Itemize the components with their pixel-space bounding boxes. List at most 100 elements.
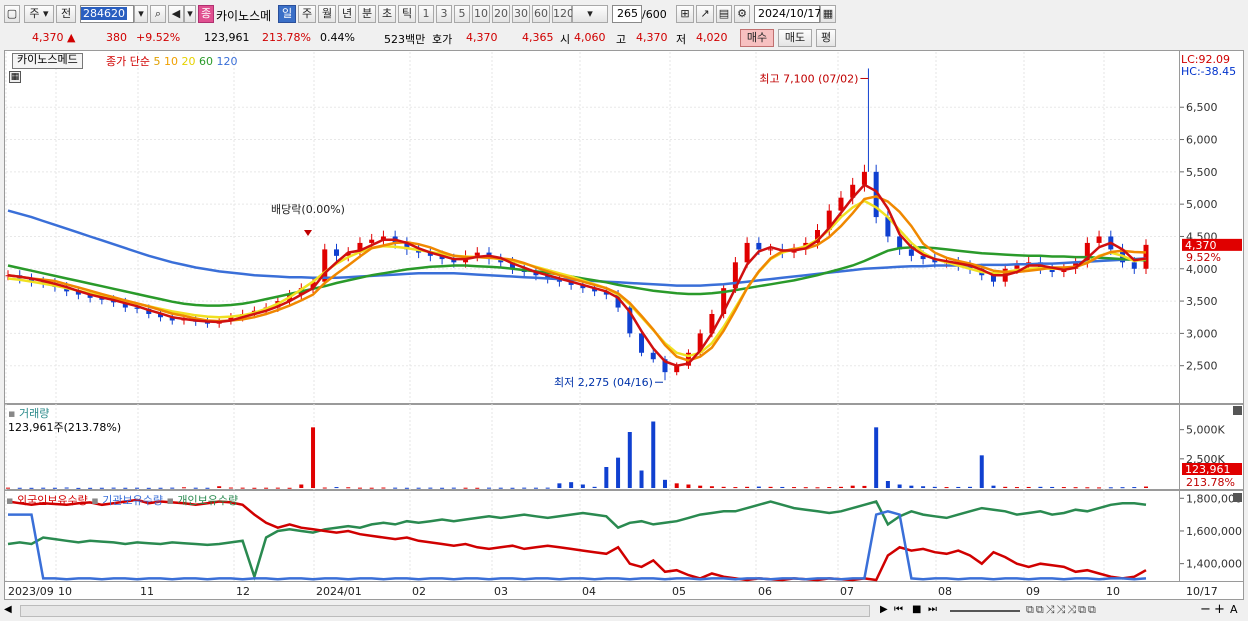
- volume-bar-37: [440, 487, 445, 489]
- holdings-marker-icon: ▪: [166, 494, 178, 507]
- volume-bar-47: [557, 483, 562, 488]
- volume-bar-92: [1085, 487, 1090, 489]
- volume-bar-94: [1108, 487, 1113, 489]
- volume-bar-41: [487, 487, 492, 489]
- pct-tag: 9.52%: [1186, 251, 1221, 264]
- institution-line: [8, 510, 1147, 581]
- foreign-line: [7, 498, 1147, 582]
- volume-bar-66: [780, 486, 785, 488]
- bottom-toolbar: ◀ ▶ ⏮ ■ ⏭ ⧉⧉⤨⤨⤨⧉⧉ − + A: [0, 601, 1248, 621]
- candle-body-63: [744, 242, 750, 263]
- zoom-out-icon[interactable]: −: [1200, 602, 1211, 617]
- volume-bar-70: [827, 487, 832, 489]
- x-tick-11: 08: [938, 585, 952, 598]
- candle-body-28: [333, 249, 339, 256]
- volume-bar-93: [1097, 487, 1102, 489]
- volume-bar-64: [756, 486, 761, 488]
- ma-label-20: 20: [181, 55, 199, 68]
- holdings-legend-2: 개인보유수량: [177, 494, 239, 507]
- volume-bar-69: [815, 487, 820, 489]
- candle-body-77: [908, 249, 914, 256]
- volume-bar-62: [733, 487, 738, 489]
- x-tick-6: 03: [494, 585, 508, 598]
- individual-line: [7, 500, 1147, 581]
- volume-bar-97: [1144, 486, 1148, 488]
- holdings-close-icon[interactable]: [1233, 493, 1242, 502]
- volume-bar-8: [99, 487, 104, 489]
- ma-labels: 5 10 20 60 120: [153, 55, 237, 68]
- candle-body-96: [1131, 262, 1137, 269]
- price-tick-0: 2,500: [1186, 360, 1218, 373]
- volume-bar-63: [745, 486, 750, 488]
- volume-bar-35: [416, 487, 421, 489]
- ma-legend-label: 종가 단순: [106, 55, 150, 68]
- zoom-slider[interactable]: [950, 610, 1020, 612]
- volume-bar-16: [193, 487, 198, 489]
- volume-bar-42: [498, 487, 503, 489]
- volume-bar-84: [991, 485, 996, 488]
- volume-bar-49: [580, 484, 585, 488]
- volume-bar-48: [569, 482, 574, 488]
- volume-bar-33: [393, 487, 398, 489]
- price-tick-8: 6,500: [1186, 101, 1218, 114]
- holdings-legend-1: 기관보유수량: [102, 494, 167, 507]
- volume-bar-61: [721, 486, 726, 488]
- ma120-line: [7, 209, 1147, 287]
- volume-bar-9: [111, 487, 116, 489]
- volume-bar-36: [428, 487, 433, 489]
- volume-bar-58: [686, 484, 691, 488]
- volume-bar-75: [885, 481, 890, 488]
- volume-bar-90: [1061, 487, 1066, 489]
- candle-body-64: [756, 242, 762, 250]
- x-tick-3: 12: [236, 585, 250, 598]
- price-tick-6: 5,500: [1186, 166, 1218, 179]
- stock-legend-box[interactable]: 카이노스메드: [12, 53, 83, 69]
- volume-bar-14: [170, 487, 175, 489]
- zoom-in-icon[interactable]: +: [1214, 602, 1225, 617]
- volume-bar-87: [1026, 486, 1031, 488]
- grid-toggle-icon[interactable]: ▦: [9, 71, 21, 83]
- volume-bar-80: [944, 487, 949, 489]
- last-icon[interactable]: ⏭: [928, 604, 937, 615]
- first-icon[interactable]: ⏮: [894, 604, 903, 615]
- volume-bar-59: [698, 485, 703, 488]
- volume-bar-4: [52, 487, 57, 489]
- volume-bar-88: [1038, 486, 1043, 488]
- volume-bar-10: [123, 487, 128, 489]
- tool-icons[interactable]: ⧉⧉⤨⤨⤨⧉⧉: [1026, 603, 1098, 617]
- price-tick-2: 3,500: [1186, 295, 1218, 308]
- volume-bar-55: [651, 421, 656, 488]
- candle-body-93: [1096, 236, 1102, 243]
- volume-bar-34: [404, 487, 409, 489]
- x-tick-10: 07: [840, 585, 854, 598]
- x-tick-0: 2023/09: [8, 585, 54, 598]
- x-tick-9: 06: [758, 585, 772, 598]
- volume-bar-81: [956, 486, 961, 488]
- scrollbar-track[interactable]: [20, 605, 870, 617]
- text-size-icon[interactable]: A: [1230, 603, 1238, 616]
- candle-body-40: [474, 252, 480, 256]
- volume-bar-12: [146, 487, 151, 489]
- scroll-right-icon[interactable]: ▶: [880, 604, 888, 615]
- ma-legend: 종가 단순 5 10 20 60 120: [106, 53, 237, 69]
- candle-body-73: [861, 171, 867, 185]
- volume-bar-44: [522, 487, 527, 489]
- volume-bar-85: [1003, 486, 1008, 488]
- scroll-left-icon[interactable]: ◀: [4, 604, 12, 615]
- stop-icon[interactable]: ■: [912, 604, 921, 615]
- volume-close-icon[interactable]: [1233, 406, 1242, 415]
- volume-bar-86: [1014, 487, 1019, 489]
- volume-bar-50: [592, 486, 597, 488]
- volume-bar-91: [1073, 487, 1078, 489]
- x-tick-8: 05: [672, 585, 686, 598]
- candle-body-97: [1143, 244, 1149, 269]
- volume-bar-56: [662, 479, 667, 488]
- price-tick-7: 6,000: [1186, 134, 1218, 147]
- annot-high: 최고 7,100 (07/02): [759, 72, 858, 85]
- annot-low: 최저 2,275 (04/16): [554, 376, 653, 389]
- price-tick-1: 3,000: [1186, 327, 1218, 340]
- volume-bar-96: [1132, 487, 1137, 489]
- candle-body-86: [1014, 265, 1020, 269]
- volume-bar-65: [768, 486, 773, 488]
- volume-bar-71: [838, 486, 843, 488]
